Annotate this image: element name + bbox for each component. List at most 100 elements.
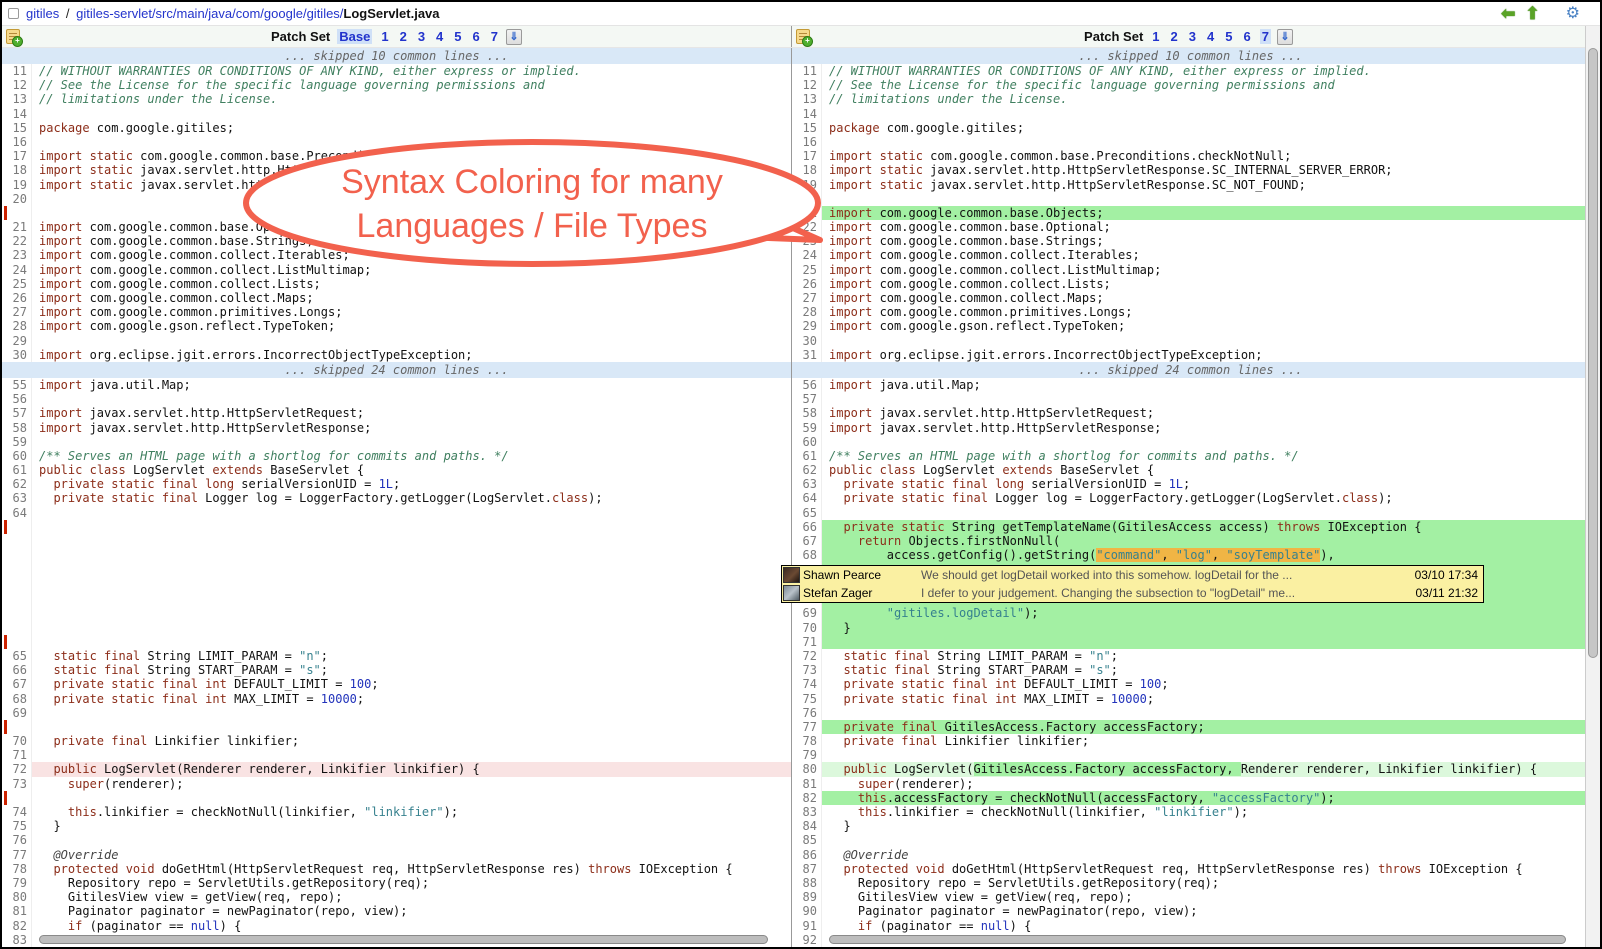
line-number bbox=[2, 720, 32, 734]
code-text: static final String START_PARAM = "s"; bbox=[822, 663, 1589, 677]
horizontal-scrollbar-thumb[interactable] bbox=[39, 935, 768, 944]
code-text: // limitations under the License. bbox=[822, 92, 1589, 106]
line-number: 29 bbox=[2, 334, 32, 348]
line-number bbox=[2, 206, 32, 220]
comment-widget-row: Shawn PearceWe should get logDetail work… bbox=[792, 562, 1589, 606]
code-line: 57 bbox=[792, 392, 1589, 406]
code-line: 69 bbox=[2, 706, 791, 720]
code-line: 18import static javax.servlet.http.HttpS… bbox=[792, 163, 1589, 177]
patchset-link-6[interactable]: 6 bbox=[1241, 29, 1252, 44]
line-number: 67 bbox=[792, 534, 822, 548]
line-number: 81 bbox=[2, 904, 32, 918]
code-line: 85 bbox=[792, 833, 1589, 847]
patchset-link-1[interactable]: 1 bbox=[379, 29, 390, 44]
code-line: 63 private static final long serialVersi… bbox=[792, 477, 1589, 491]
line-number: 57 bbox=[792, 392, 822, 406]
line-number: 14 bbox=[792, 107, 822, 121]
code-text bbox=[32, 192, 791, 206]
line-number: 66 bbox=[792, 520, 822, 534]
line-number: 75 bbox=[792, 692, 822, 706]
patchset-link-4[interactable]: 4 bbox=[1205, 29, 1216, 44]
code-line: 61/** Serves an HTML page with a shortlo… bbox=[792, 449, 1589, 463]
skipped-lines-banner[interactable]: ... skipped 10 common lines ... bbox=[2, 48, 791, 64]
line-number: 27 bbox=[792, 291, 822, 305]
patchset-link-1[interactable]: 1 bbox=[1150, 29, 1161, 44]
add-file-comment-icon[interactable] bbox=[6, 29, 20, 44]
patchset-link-7[interactable]: 7 bbox=[489, 29, 500, 44]
line-number: 57 bbox=[2, 406, 32, 420]
comment-tooltip: Shawn PearceWe should get logDetail work… bbox=[781, 565, 1484, 603]
line-number: 68 bbox=[792, 548, 822, 562]
code-line: 67 return Objects.firstNonNull( bbox=[792, 534, 1589, 548]
breadcrumb-separator: / bbox=[59, 6, 76, 21]
code-text: import com.google.common.collect.Maps; bbox=[32, 291, 791, 305]
hscroll-row: 83 bbox=[2, 933, 791, 947]
patchset-link-5[interactable]: 5 bbox=[1223, 29, 1234, 44]
code-text: package com.google.gitiles; bbox=[822, 121, 1589, 135]
code-line: 23import com.google.common.base.Strings; bbox=[792, 234, 1589, 248]
code-text: public class LogServlet extends BaseServ… bbox=[822, 463, 1589, 477]
code-line: 15package com.google.gitiles; bbox=[2, 121, 791, 135]
patchset-link-base[interactable]: Base bbox=[337, 29, 372, 44]
breadcrumb: gitiles / gitiles-servlet/src/main/java/… bbox=[2, 2, 1600, 26]
code-text: /** Serves an HTML page with a shortlog … bbox=[822, 449, 1589, 463]
patchset-link-3[interactable]: 3 bbox=[1187, 29, 1198, 44]
download-patch-icon[interactable]: ⇓ bbox=[506, 29, 522, 45]
patchset-link-5[interactable]: 5 bbox=[452, 29, 463, 44]
horizontal-scrollbar-thumb[interactable] bbox=[829, 935, 1566, 944]
line-number: 62 bbox=[792, 463, 822, 477]
skipped-lines-banner[interactable]: ... skipped 24 common lines ... bbox=[792, 362, 1589, 378]
line-number: 55 bbox=[2, 378, 32, 392]
line-number: 16 bbox=[2, 135, 32, 149]
select-checkbox[interactable] bbox=[8, 8, 19, 19]
vertical-scrollbar-thumb[interactable] bbox=[1588, 48, 1598, 658]
code-text bbox=[822, 706, 1589, 720]
line-number: 90 bbox=[792, 904, 822, 918]
skipped-lines-banner[interactable]: ... skipped 24 common lines ... bbox=[2, 362, 791, 378]
code-text: "gitiles.logDetail"); bbox=[822, 606, 1589, 620]
comment-row[interactable]: Stefan ZagerI defer to your judgement. C… bbox=[782, 584, 1483, 602]
line-number: 79 bbox=[792, 748, 822, 762]
code-text: Paginator paginator = newPaginator(repo,… bbox=[822, 904, 1589, 918]
code-text: private static final int DEFAULT_LIMIT =… bbox=[32, 677, 791, 691]
line-number: 86 bbox=[792, 848, 822, 862]
line-number: 24 bbox=[792, 248, 822, 262]
download-patch-icon[interactable]: ⇓ bbox=[1277, 29, 1293, 45]
line-number: 30 bbox=[792, 334, 822, 348]
patchset-link-2[interactable]: 2 bbox=[1169, 29, 1180, 44]
code-line: 57import javax.servlet.http.HttpServletR… bbox=[2, 406, 791, 420]
code-line: 78 protected void doGetHtml(HttpServletR… bbox=[2, 862, 791, 876]
breadcrumb-path-link[interactable]: gitiles-servlet/src/main/java/com/google… bbox=[76, 6, 343, 21]
code-line: 65 static final String LIMIT_PARAM = "n"… bbox=[2, 649, 791, 663]
line-number: 78 bbox=[792, 734, 822, 748]
code-text bbox=[32, 933, 791, 947]
vertical-scrollbar[interactable] bbox=[1585, 26, 1600, 947]
patchset-link-2[interactable]: 2 bbox=[398, 29, 409, 44]
code-text: import javax.servlet.http.HttpServletReq… bbox=[32, 406, 791, 420]
patchset-link-3[interactable]: 3 bbox=[416, 29, 427, 44]
settings-gear-icon[interactable]: ⚙ bbox=[1566, 6, 1580, 22]
code-text bbox=[822, 635, 1589, 649]
code-line: 74 this.linkifier = checkNotNull(linkifi… bbox=[2, 805, 791, 819]
code-text: import com.google.common.primitives.Long… bbox=[32, 305, 791, 319]
code-text: protected void doGetHtml(HttpServletRequ… bbox=[32, 862, 791, 876]
up-to-change-icon[interactable]: ⬆ bbox=[1525, 5, 1539, 22]
line-number: 23 bbox=[2, 248, 32, 262]
code-text bbox=[32, 562, 791, 606]
comment-row[interactable]: Shawn PearceWe should get logDetail work… bbox=[782, 566, 1483, 584]
code-line: 76 bbox=[2, 833, 791, 847]
line-number: 78 bbox=[2, 862, 32, 876]
breadcrumb-repo-link[interactable]: gitiles bbox=[26, 6, 59, 21]
patchset-link-4[interactable]: 4 bbox=[434, 29, 445, 44]
code-text: super(renderer); bbox=[822, 777, 1589, 791]
patchset-label: Patch Set bbox=[271, 29, 330, 44]
skipped-lines-banner[interactable]: ... skipped 10 common lines ... bbox=[792, 48, 1589, 64]
line-number bbox=[2, 548, 32, 562]
code-text: import com.google.common.base.Optional; bbox=[32, 220, 791, 234]
patchset-link-6[interactable]: 6 bbox=[471, 29, 482, 44]
prev-file-icon[interactable]: ⬅ bbox=[1501, 5, 1515, 22]
add-file-comment-icon[interactable] bbox=[796, 29, 810, 44]
line-number: 65 bbox=[792, 506, 822, 520]
patchset-link-7[interactable]: 7 bbox=[1260, 29, 1271, 44]
patchset-label: Patch Set bbox=[1084, 29, 1143, 44]
